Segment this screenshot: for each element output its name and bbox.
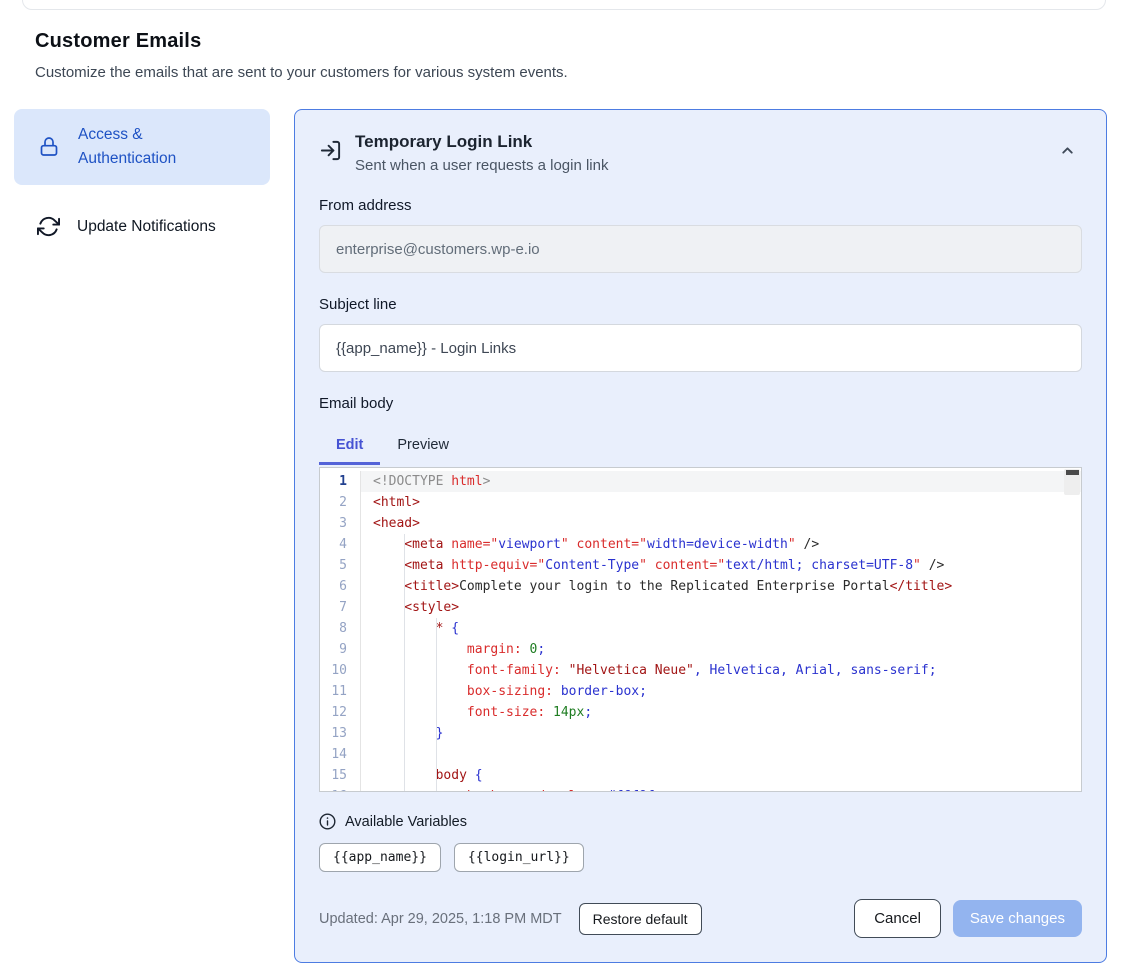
code-line[interactable]: 3<head>	[320, 513, 1081, 534]
tab-edit[interactable]: Edit	[319, 427, 380, 465]
line-number: 9	[320, 639, 361, 660]
code-line[interactable]: 2<html>	[320, 492, 1081, 513]
code-line[interactable]: 7<style>	[320, 597, 1081, 618]
line-number: 11	[320, 681, 361, 702]
code-line[interactable]: 16background-color: #f6f9fc;	[320, 786, 1081, 792]
login-icon	[319, 139, 342, 174]
panel-subtitle: Sent when a user requests a login link	[355, 157, 608, 174]
code-line[interactable]: 9margin: 0;	[320, 639, 1081, 660]
variable-chips: {{app_name}} {{login_url}}	[319, 843, 1082, 872]
code-line[interactable]: 14	[320, 744, 1081, 765]
code-line[interactable]: 11box-sizing: border-box;	[320, 681, 1081, 702]
line-number: 13	[320, 723, 361, 744]
line-number: 5	[320, 555, 361, 576]
subject-line-label: Subject line	[319, 296, 1082, 313]
editor-scrollbar-track	[1064, 469, 1080, 495]
chevron-up-icon[interactable]	[1059, 142, 1076, 159]
sidebar: Access & Authentication Update Notificat…	[14, 109, 270, 252]
from-address-label: From address	[319, 197, 1082, 214]
line-number: 15	[320, 765, 361, 786]
line-number: 2	[320, 492, 361, 513]
panel-title: Temporary Login Link	[355, 132, 608, 152]
line-number: 4	[320, 534, 361, 555]
tab-preview[interactable]: Preview	[380, 427, 466, 465]
panel-header-text: Temporary Login Link Sent when a user re…	[355, 132, 608, 174]
lock-icon	[37, 135, 61, 159]
editor-scrollbar-thumb[interactable]	[1066, 470, 1079, 475]
restore-default-button[interactable]: Restore default	[579, 903, 702, 935]
code-line[interactable]: 10font-family: "Helvetica Neue", Helveti…	[320, 660, 1081, 681]
line-number: 12	[320, 702, 361, 723]
available-variables-header: Available Variables	[319, 813, 1082, 830]
line-number: 1	[320, 471, 361, 492]
code-editor-lines: 1<!DOCTYPE html>2<html>3<head>4<meta nam…	[320, 468, 1081, 792]
email-body-tabs: Edit Preview	[319, 427, 1082, 467]
main-layout: Access & Authentication Update Notificat…	[0, 109, 1128, 963]
page-title: Customer Emails	[35, 30, 1128, 53]
sidebar-item-label: Access & Authentication	[78, 123, 206, 171]
line-number: 6	[320, 576, 361, 597]
code-line[interactable]: 5<meta http-equiv="Content-Type" content…	[320, 555, 1081, 576]
code-line[interactable]: 8* {	[320, 618, 1081, 639]
code-editor[interactable]: 1<!DOCTYPE html>2<html>3<head>4<meta nam…	[319, 467, 1082, 792]
refresh-icon	[37, 215, 60, 238]
updated-timestamp: Updated: Apr 29, 2025, 1:18 PM MDT	[319, 911, 562, 927]
from-address-input[interactable]	[319, 225, 1082, 273]
code-line[interactable]: 6<title>Complete your login to the Repli…	[320, 576, 1081, 597]
variable-chip-app-name[interactable]: {{app_name}}	[319, 843, 441, 872]
cancel-button[interactable]: Cancel	[854, 899, 941, 938]
page-subtitle: Customize the emails that are sent to yo…	[35, 64, 1128, 81]
email-settings-panel: Temporary Login Link Sent when a user re…	[294, 109, 1107, 963]
sidebar-item-label: Update Notifications	[77, 218, 216, 236]
line-number: 8	[320, 618, 361, 639]
code-line[interactable]: 1<!DOCTYPE html>	[320, 471, 1081, 492]
line-number: 14	[320, 744, 361, 765]
line-number: 7	[320, 597, 361, 618]
line-number: 10	[320, 660, 361, 681]
sidebar-item-update-notifications[interactable]: Update Notifications	[14, 201, 270, 252]
line-number: 3	[320, 513, 361, 534]
line-number: 16	[320, 786, 361, 792]
info-icon	[319, 813, 336, 830]
panel-header: Temporary Login Link Sent when a user re…	[319, 132, 1082, 174]
panel-footer: Updated: Apr 29, 2025, 1:18 PM MDT Resto…	[319, 899, 1082, 938]
subject-line-input[interactable]	[319, 324, 1082, 372]
code-line[interactable]: 12font-size: 14px;	[320, 702, 1081, 723]
previous-card-edge	[22, 0, 1106, 10]
variable-chip-login-url[interactable]: {{login_url}}	[454, 843, 584, 872]
save-changes-button[interactable]: Save changes	[953, 900, 1082, 937]
page-header: Customer Emails Customize the emails tha…	[0, 0, 1128, 81]
code-line[interactable]: 15body {	[320, 765, 1081, 786]
available-variables-label: Available Variables	[345, 814, 467, 830]
sidebar-item-access-authentication[interactable]: Access & Authentication	[14, 109, 270, 185]
code-line[interactable]: 13}	[320, 723, 1081, 744]
code-line[interactable]: 4<meta name="viewport" content="width=de…	[320, 534, 1081, 555]
email-body-label: Email body	[319, 395, 1082, 412]
